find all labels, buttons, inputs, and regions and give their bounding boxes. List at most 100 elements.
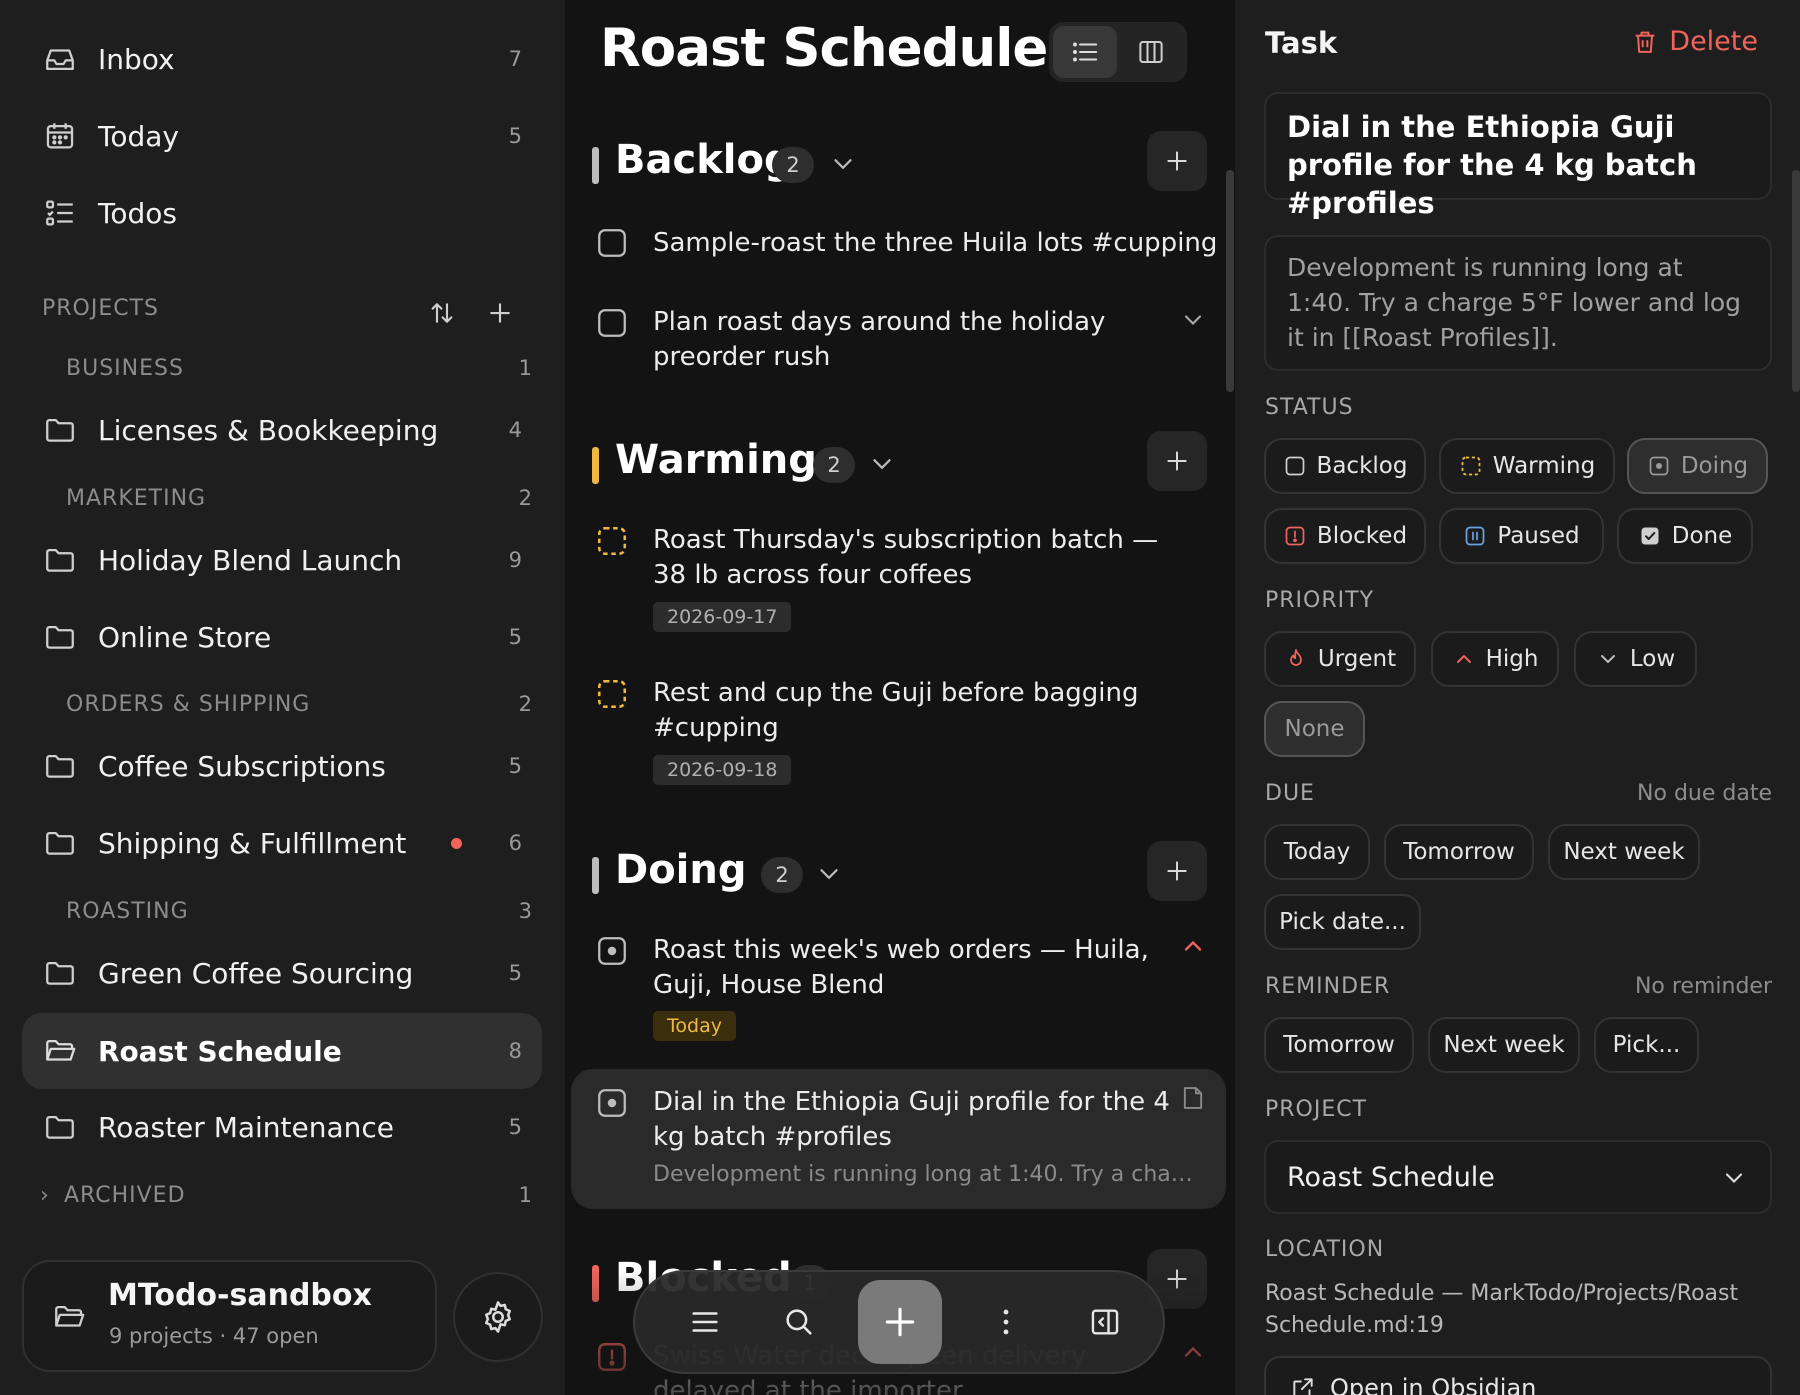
- project-item[interactable]: Online Store 5: [22, 602, 542, 672]
- high-priority-icon: [1184, 940, 1202, 951]
- scrollbar[interactable]: [1226, 170, 1234, 392]
- blocked-status-icon[interactable]: [595, 1340, 629, 1374]
- status-chip-blocked[interactable]: Blocked: [1264, 508, 1426, 564]
- task-notes-text: Development is running long at 1:40. Try…: [1287, 253, 1741, 352]
- due-chip-today[interactable]: Today: [1264, 824, 1370, 880]
- chip-label: Tomorrow: [1283, 1032, 1395, 1058]
- checkbox-icon[interactable]: [595, 226, 629, 260]
- archived-toggle[interactable]: › ARCHIVED 1: [40, 1183, 532, 1208]
- task-item[interactable]: Roast Thursday's subscription batch — 38…: [595, 524, 1207, 634]
- sidebar-right-icon: [1091, 1309, 1119, 1335]
- task-title: Roast Thursday's subscription batch — 38…: [653, 525, 1159, 590]
- column-name: Doing: [615, 847, 747, 893]
- chip-label: Pick date...: [1279, 909, 1406, 935]
- add-project-button[interactable]: [480, 293, 520, 333]
- inbox-icon: [42, 41, 78, 77]
- chip-label: High: [1485, 646, 1539, 672]
- toggle-panel-button[interactable]: [1077, 1294, 1133, 1350]
- open-in-obsidian-button[interactable]: Open in Obsidian: [1264, 1356, 1772, 1395]
- project-select[interactable]: Roast Schedule: [1264, 1140, 1772, 1214]
- warming-status-icon[interactable]: [595, 524, 629, 558]
- checkbox-icon[interactable]: [595, 306, 629, 340]
- project-count: 8: [508, 1039, 522, 1063]
- workspace-card[interactable]: MTodo-sandbox 9 projects · 47 open: [22, 1260, 437, 1372]
- priority-chip-high[interactable]: High: [1431, 631, 1559, 687]
- task-item-selected[interactable]: Dial in the Ethiopia Guji profile for th…: [595, 1086, 1207, 1196]
- chip-label: Done: [1671, 523, 1733, 549]
- chevron-down-icon[interactable]: [867, 449, 897, 479]
- nav-inbox[interactable]: Inbox 7: [22, 24, 542, 94]
- project-item[interactable]: Licenses & Bookkeeping 4: [22, 395, 542, 465]
- status-chip-done[interactable]: Done: [1617, 508, 1753, 564]
- new-task-button[interactable]: [858, 1280, 942, 1364]
- nav-today[interactable]: Today 5: [22, 101, 542, 171]
- detail-scrollbar[interactable]: [1792, 170, 1800, 392]
- board-panel: Roast Schedule Backlog 2 Sample-roast th…: [565, 0, 1235, 1395]
- delete-button[interactable]: Delete: [1631, 26, 1758, 57]
- list-view-button[interactable]: [1053, 26, 1117, 78]
- menu-button[interactable]: [677, 1294, 733, 1350]
- hamburger-icon: [692, 1312, 718, 1332]
- chip-label: Paused: [1497, 523, 1580, 549]
- search-button[interactable]: [771, 1294, 827, 1350]
- reminder-chip-next-week[interactable]: Next week: [1428, 1017, 1580, 1073]
- doing-status-icon[interactable]: [595, 934, 629, 968]
- project-item[interactable]: Coffee Subscriptions 5: [22, 731, 542, 801]
- task-notes-field[interactable]: Development is running long at 1:40. Try…: [1264, 235, 1772, 371]
- reminder-chip-pick[interactable]: Pick...: [1594, 1017, 1699, 1073]
- project-count: 6: [508, 831, 522, 855]
- reminder-chip-tomorrow[interactable]: Tomorrow: [1264, 1017, 1414, 1073]
- add-task-button[interactable]: [1147, 431, 1207, 491]
- due-chip-pick-date[interactable]: Pick date...: [1264, 894, 1421, 950]
- more-button[interactable]: [978, 1294, 1034, 1350]
- group-heading: BUSINESS 1: [66, 356, 532, 381]
- add-task-button[interactable]: [1147, 841, 1207, 901]
- project-item[interactable]: Holiday Blend Launch 9: [22, 525, 542, 595]
- task-name-field[interactable]: Dial in the Ethiopia Guji profile for th…: [1264, 92, 1772, 220]
- project-item[interactable]: Green Coffee Sourcing 5: [22, 938, 542, 1008]
- task-title: Dial in the Ethiopia Guji profile for th…: [653, 1087, 1170, 1152]
- project-item[interactable]: Shipping & Fulfillment 6: [22, 808, 542, 878]
- backlog-status-icon: [1285, 456, 1304, 476]
- status-chip-doing[interactable]: Doing: [1627, 438, 1768, 494]
- project-count: 5: [508, 754, 522, 778]
- chip-label: Doing: [1680, 453, 1749, 479]
- task-item[interactable]: Plan roast days around the holiday preor…: [595, 306, 1207, 386]
- status-chip-paused[interactable]: Paused: [1439, 508, 1604, 564]
- group-name: ORDERS & SHIPPING: [66, 692, 311, 717]
- chevron-down-icon[interactable]: [1179, 306, 1207, 334]
- delete-label: Delete: [1669, 26, 1758, 57]
- due-date-badge: 2026-09-17: [653, 602, 792, 632]
- warming-status-icon[interactable]: [595, 677, 629, 711]
- archived-count: 1: [518, 1183, 532, 1207]
- due-chip-tomorrow[interactable]: Tomorrow: [1384, 824, 1534, 880]
- status-chip-warming[interactable]: Warming: [1439, 438, 1615, 494]
- chevron-down-icon[interactable]: [828, 149, 858, 179]
- task-name-text: Dial in the Ethiopia Guji profile for th…: [1287, 110, 1697, 220]
- project-item[interactable]: Roaster Maintenance 5: [22, 1092, 542, 1162]
- project-select-value: Roast Schedule: [1287, 1162, 1495, 1193]
- task-title: Plan roast days around the holiday preor…: [653, 307, 1106, 372]
- column-count: 2: [772, 147, 814, 183]
- chevron-down-icon[interactable]: [814, 859, 844, 889]
- sort-button[interactable]: [422, 293, 462, 333]
- due-chip-next-week[interactable]: Next week: [1548, 824, 1700, 880]
- task-note-preview: Development is running long at 1:40. Try…: [653, 1162, 1197, 1187]
- task-item[interactable]: Roast this week's web orders — Huila, Gu…: [595, 934, 1207, 1044]
- nav-todos[interactable]: Todos: [22, 178, 542, 248]
- priority-chip-none[interactable]: None: [1264, 701, 1365, 757]
- board-view-button[interactable]: [1119, 26, 1183, 78]
- task-item[interactable]: Rest and cup the Guji before bagging #cu…: [595, 677, 1207, 787]
- priority-chip-urgent[interactable]: Urgent: [1264, 631, 1416, 687]
- add-task-button[interactable]: [1147, 131, 1207, 191]
- chip-label: Warming: [1492, 453, 1596, 479]
- note-icon: [1183, 1087, 1203, 1109]
- settings-button[interactable]: [453, 1272, 543, 1362]
- doing-status-icon[interactable]: [595, 1086, 629, 1120]
- task-item[interactable]: Sample-roast the three Huila lots #cuppi…: [595, 226, 1217, 286]
- priority-chip-low[interactable]: Low: [1574, 631, 1697, 687]
- project-item-active[interactable]: Roast Schedule 8: [22, 1013, 542, 1089]
- project-label: Roaster Maintenance: [98, 1110, 395, 1144]
- status-chip-backlog[interactable]: Backlog: [1264, 438, 1426, 494]
- group-heading: ROASTING 3: [66, 899, 532, 924]
